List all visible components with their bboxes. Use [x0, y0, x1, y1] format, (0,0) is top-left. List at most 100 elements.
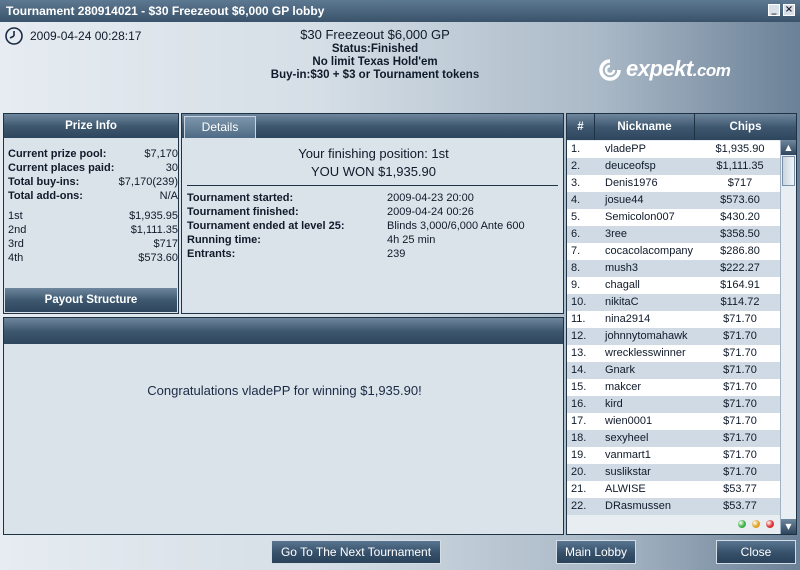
next-tournament-button[interactable]: Go To The Next Tournament	[271, 540, 441, 564]
player-nickname: johnnytomahawk	[605, 330, 688, 342]
player-chips: $1,111.35	[716, 160, 764, 172]
player-rank: 6.	[571, 228, 581, 240]
player-row[interactable]: 8. mush3 $222.27	[567, 260, 780, 277]
place-value: $717	[153, 238, 178, 250]
player-row[interactable]: 7. cocacolacompany $286.80	[567, 243, 780, 260]
player-rank: 3.	[571, 177, 581, 189]
status-dot-icon	[738, 520, 746, 528]
players-scrollbar[interactable]: ▲ ▼	[780, 140, 796, 534]
player-nickname: vanmart1	[605, 449, 651, 461]
player-nickname: cocacolacompany	[605, 245, 694, 257]
player-nickname: wrecklesswinner	[605, 347, 686, 359]
place-value: $1,935.95	[129, 210, 178, 222]
scroll-down-icon[interactable]: ▼	[781, 519, 796, 534]
player-row[interactable]: 4. josue44 $573.60	[567, 192, 780, 209]
player-chips: $71.70	[723, 466, 757, 478]
player-chips: $71.70	[723, 330, 757, 342]
player-row[interactable]: 1. vladePP $1,935.90	[567, 141, 780, 158]
player-row[interactable]: 18. sexyheel $71.70	[567, 430, 780, 447]
close-window-icon[interactable]: ×	[783, 4, 795, 16]
player-row[interactable]: 3. Denis1976 $717	[567, 175, 780, 192]
player-row[interactable]: 15. makcer $71.70	[567, 379, 780, 396]
player-chips: $53.77	[723, 500, 757, 512]
player-rank: 8.	[571, 262, 581, 274]
player-rank: 14.	[571, 364, 587, 376]
prize-row-value: 30	[165, 162, 178, 174]
player-row[interactable]: 2. deuceofsp $1,111.35	[567, 158, 780, 175]
divider	[187, 185, 558, 186]
buy-in: Buy-in:$30 + $3 or Tournament tokens	[270, 69, 480, 81]
player-rank: 12.	[571, 330, 587, 342]
player-chips: $53.77	[723, 483, 757, 495]
player-nickname: Semicolon007	[605, 211, 675, 223]
player-nickname: nikitaC	[605, 296, 639, 308]
column-header-nickname[interactable]: Nickname	[595, 114, 695, 140]
player-nickname: chagall	[605, 279, 640, 291]
player-rank: 4.	[571, 194, 581, 206]
player-rank: 22.	[571, 500, 587, 512]
player-chips: $358.50	[720, 228, 760, 240]
finishing-position: Your finishing position: 1st	[298, 146, 449, 161]
main-lobby-button[interactable]: Main Lobby	[556, 540, 636, 564]
player-row[interactable]: 16. kird $71.70	[567, 396, 780, 413]
column-header-chips[interactable]: Chips	[695, 114, 796, 140]
player-row[interactable]: 6. 3ree $358.50	[567, 226, 780, 243]
tournament-status: Status:Finished	[331, 43, 419, 55]
player-chips: $717	[727, 177, 753, 189]
detail-value: 239	[387, 248, 406, 260]
player-chips: $71.70	[723, 347, 757, 359]
player-rank: 17.	[571, 415, 587, 427]
player-row[interactable]: 21. ALWISE $53.77	[567, 481, 780, 498]
player-rank: 7.	[571, 245, 581, 257]
player-row[interactable]: 9. chagall $164.91	[567, 277, 780, 294]
column-header-number[interactable]: #	[567, 114, 595, 140]
prize-row-value: $7,170(239)	[118, 176, 178, 188]
player-row[interactable]: 11. nina2914 $71.70	[567, 311, 780, 328]
tournament-header: $30 Freezeout $6,000 GP Status:Finished …	[200, 27, 550, 81]
player-nickname: 3ree	[605, 228, 628, 240]
tournament-lobby-window: Tournament 280914021 - $30 Freezeout $6,…	[0, 0, 800, 570]
player-row[interactable]: 19. vanmart1 $71.70	[567, 447, 780, 464]
player-chips: $573.60	[720, 194, 760, 206]
current-datetime: 2009-04-24 00:28:17	[30, 29, 142, 43]
logo-suffix: .com	[692, 61, 731, 80]
player-chips: $71.70	[723, 432, 757, 444]
player-row[interactable]: 12. johnnytomahawk $71.70	[567, 328, 780, 345]
prize-row-value: N/A	[159, 190, 178, 202]
prize-row-value: $7,170	[144, 148, 178, 160]
player-row[interactable]: 22. DRasmussen $53.77	[567, 498, 780, 515]
player-rank: 16.	[571, 398, 587, 410]
prize-info-title: Prize Info	[4, 114, 178, 138]
place-value: $1,111.35	[130, 224, 178, 236]
detail-value: 2009-04-24 00:26	[387, 206, 474, 218]
prize-row-label: Current prize pool:	[8, 148, 107, 160]
tab-details[interactable]: Details	[184, 116, 256, 138]
player-chips: $286.80	[720, 245, 760, 257]
prize-row-label: Current places paid:	[8, 162, 115, 174]
player-nickname: sexyheel	[605, 432, 649, 444]
place-label: 4th	[8, 252, 24, 264]
scroll-up-icon[interactable]: ▲	[781, 140, 796, 155]
player-row[interactable]: 20. suslikstar $71.70	[567, 464, 780, 481]
player-rank: 2.	[571, 160, 581, 172]
minimize-icon[interactable]: _	[768, 4, 780, 16]
player-row[interactable]: 5. Semicolon007 $430.20	[567, 209, 780, 226]
player-row[interactable]: 14. Gnark $71.70	[567, 362, 780, 379]
player-row[interactable]: 13. wrecklesswinner $71.70	[567, 345, 780, 362]
player-nickname: vladePP	[605, 143, 646, 155]
detail-label: Tournament ended at level 25:	[187, 220, 345, 232]
title-bar: Tournament 280914021 - $30 Freezeout $6,…	[0, 0, 800, 22]
close-button[interactable]: Close	[716, 540, 796, 564]
payout-structure-button[interactable]: Payout Structure	[5, 288, 177, 312]
detail-label: Entrants:	[187, 248, 236, 260]
player-row[interactable]: 17. wien0001 $71.70	[567, 413, 780, 430]
player-rank: 15.	[571, 381, 587, 393]
scrollbar-thumb[interactable]	[782, 156, 795, 186]
player-nickname: ALWISE	[605, 483, 646, 495]
player-nickname: Gnark	[605, 364, 635, 376]
place-label: 1st	[8, 210, 23, 222]
player-row[interactable]: 10. nikitaC $114.72	[567, 294, 780, 311]
window-title: Tournament 280914021 - $30 Freezeout $6,…	[6, 4, 325, 18]
details-panel: Details Your finishing position: 1st YOU…	[181, 113, 564, 314]
player-nickname: deuceofsp	[605, 160, 656, 172]
